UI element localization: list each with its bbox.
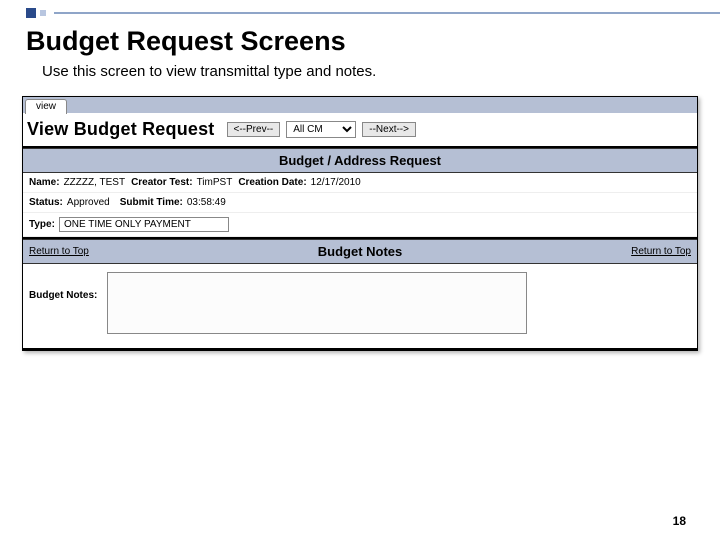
name-value: ZZZZZ, TEST xyxy=(64,177,125,188)
name-label: Name: xyxy=(29,177,60,188)
budget-notes-title: Budget Notes xyxy=(318,244,403,259)
creation-date-label: Creation Date: xyxy=(238,177,306,188)
creator-label: Creator Test: xyxy=(131,177,193,188)
accent-bar xyxy=(54,12,720,14)
status-value: Approved xyxy=(67,197,110,208)
creator-value: TimPST xyxy=(197,177,233,188)
next-button[interactable]: --Next--> xyxy=(362,122,416,137)
slide-header: Budget Request Screens Use this screen t… xyxy=(0,0,720,90)
return-to-top-left[interactable]: Return to Top xyxy=(29,246,89,257)
submit-time-value: 03:58:49 xyxy=(187,197,226,208)
record-select[interactable]: All CM xyxy=(286,121,356,138)
view-toolbar: View Budget Request <--Prev-- All CM --N… xyxy=(23,113,697,148)
type-label: Type: xyxy=(29,219,55,230)
budget-notes-label: Budget Notes: xyxy=(29,272,97,301)
creation-date-value: 12/17/2010 xyxy=(311,177,361,188)
row-type: Type: ONE TIME ONLY PAYMENT xyxy=(23,213,697,237)
accent-dot xyxy=(40,10,46,16)
view-title: View Budget Request xyxy=(27,119,221,140)
slide-subtitle: Use this screen to view transmittal type… xyxy=(0,63,720,90)
notes-area: Budget Notes: xyxy=(23,264,697,348)
accent-line xyxy=(0,8,720,18)
prev-button[interactable]: <--Prev-- xyxy=(227,122,281,137)
row-status: Status: Approved Submit Time: 03:58:49 xyxy=(23,193,697,213)
app-window: view View Budget Request <--Prev-- All C… xyxy=(22,96,698,351)
slide-title: Budget Request Screens xyxy=(0,22,720,63)
row-name: Name: ZZZZZ, TEST Creator Test: TimPST C… xyxy=(23,173,697,193)
tab-view[interactable]: view xyxy=(25,99,67,114)
return-to-top-right[interactable]: Return to Top xyxy=(631,246,691,257)
section-budget-address-header: Budget / Address Request xyxy=(23,148,697,173)
accent-square xyxy=(26,8,36,18)
page-number: 18 xyxy=(673,514,686,528)
status-label: Status: xyxy=(29,197,63,208)
tab-bar: view xyxy=(23,97,697,113)
section-budget-notes-header: Return to Top Budget Notes Return to Top xyxy=(23,239,697,264)
type-value[interactable]: ONE TIME ONLY PAYMENT xyxy=(59,217,229,232)
budget-notes-textarea[interactable] xyxy=(107,272,527,334)
divider-bottom xyxy=(23,348,697,350)
submit-time-label: Submit Time: xyxy=(120,197,183,208)
